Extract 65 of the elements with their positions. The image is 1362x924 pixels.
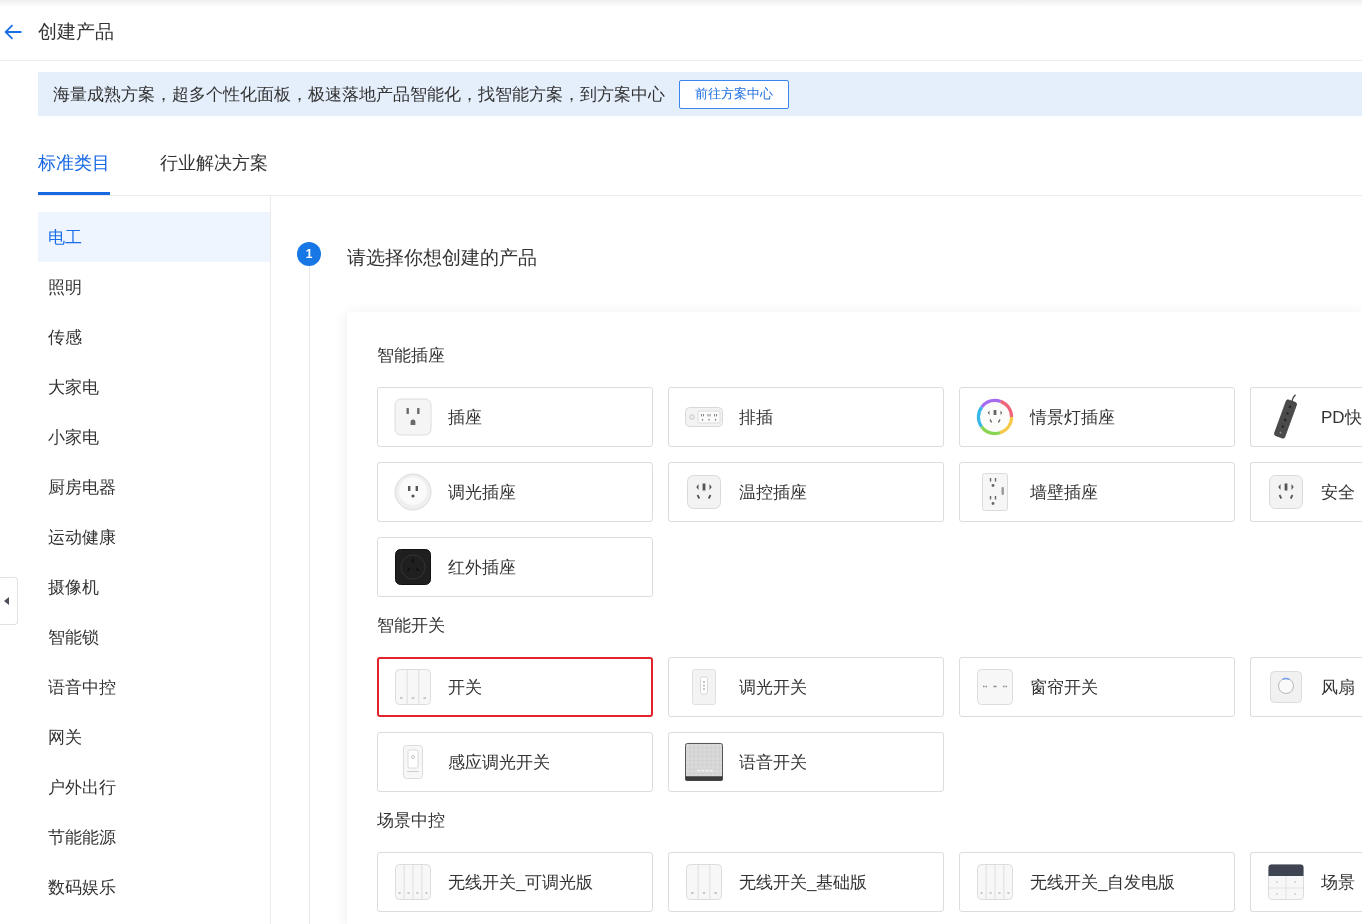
back-arrow-icon[interactable] — [4, 24, 22, 40]
speaker-panel-icon — [685, 742, 723, 782]
product-card[interactable]: 感应调光开关 — [377, 732, 653, 792]
wall-socket-icon — [982, 473, 1008, 511]
sidebar-item[interactable]: 小家电 — [38, 412, 270, 462]
collapse-handle[interactable] — [0, 577, 18, 625]
product-card[interactable]: 开关 — [377, 657, 653, 717]
sidebar-item[interactable]: 户外出行 — [38, 762, 270, 812]
product-card[interactable]: 插座 — [377, 387, 653, 447]
product-card[interactable]: 温控插座 — [668, 462, 944, 522]
product-card[interactable]: 墙壁插座 — [959, 462, 1235, 522]
slim-switch-icon — [403, 745, 423, 779]
product-card[interactable]: 窗帘开关 — [959, 657, 1235, 717]
product-card[interactable]: 风扇 — [1250, 657, 1362, 717]
sidebar-item[interactable]: 照明 — [38, 262, 270, 312]
socket-icon — [394, 398, 432, 436]
sidebar-item[interactable]: 传感 — [38, 312, 270, 362]
product-card[interactable]: 调光插座 — [377, 462, 653, 522]
socket-icon — [395, 549, 431, 585]
switch-panel-icon — [977, 669, 1013, 705]
knob-switch-icon — [1270, 671, 1302, 703]
sidebar-item[interactable]: 网关 — [38, 712, 270, 762]
section-title: 场景中控 — [377, 810, 446, 832]
wall-switch-icon — [686, 864, 722, 900]
extension-strip-icon — [1272, 394, 1300, 440]
sidebar-item[interactable]: 语音中控 — [38, 662, 270, 712]
sidebar-item[interactable]: 数码娱乐 — [38, 862, 270, 912]
product-card[interactable]: 排插 — [668, 387, 944, 447]
caret-icon — [4, 597, 9, 605]
step-title: 请选择你想创建的产品 — [347, 246, 538, 270]
sidebar-item[interactable]: 电工 — [38, 212, 270, 262]
banner-text: 海量成熟方案，超多个性化面板，极速落地产品智能化，找智能方案，到方案中心 — [53, 83, 665, 106]
sidebar-item[interactable]: 节能能源 — [38, 812, 270, 862]
sidebar-item[interactable]: 运动健康 — [38, 512, 270, 562]
category-tab[interactable]: 标准类目 — [38, 148, 110, 195]
product-card[interactable]: 无线开关_基础版 — [668, 852, 944, 912]
sidebar-item[interactable]: 摄像机 — [38, 562, 270, 612]
sidebar-item[interactable]: 大家电 — [38, 362, 270, 412]
section-title: 智能开关 — [377, 615, 446, 637]
category-tab[interactable]: 行业解决方案 — [160, 148, 268, 195]
product-card[interactable]: 红外插座 — [377, 537, 653, 597]
wall-switch-icon — [395, 669, 431, 705]
wall-switch-icon — [977, 864, 1013, 900]
dimmer-switch-icon — [692, 669, 716, 705]
product-card[interactable]: 安全 — [1250, 462, 1362, 522]
solution-center-button[interactable]: 前往方案中心 — [679, 79, 789, 109]
power-strip-icon — [685, 407, 723, 427]
product-card[interactable]: 调光开关 — [668, 657, 944, 717]
step-number: 1 — [297, 242, 321, 266]
page-title: 创建产品 — [38, 20, 114, 44]
socket-icon — [1269, 475, 1303, 509]
wall-switch-icon — [395, 864, 431, 900]
socket-icon — [687, 475, 721, 509]
section-title: 智能插座 — [377, 345, 446, 367]
ring-light-socket-icon — [976, 398, 1014, 436]
product-card[interactable]: 无线开关_自发电版 — [959, 852, 1235, 912]
round-socket-icon — [394, 473, 432, 511]
product-card[interactable]: 语音开关 — [668, 732, 944, 792]
sidebar-item[interactable]: 厨房电器 — [38, 462, 270, 512]
product-card[interactable]: PD快 — [1250, 387, 1362, 447]
product-card[interactable]: 无线开关_可调光版 — [377, 852, 653, 912]
product-card[interactable]: 情景灯插座 — [959, 387, 1235, 447]
product-card[interactable]: 场景 — [1250, 852, 1362, 912]
sidebar-item[interactable]: 智能锁 — [38, 612, 270, 662]
scene-panel-icon — [1268, 864, 1304, 900]
